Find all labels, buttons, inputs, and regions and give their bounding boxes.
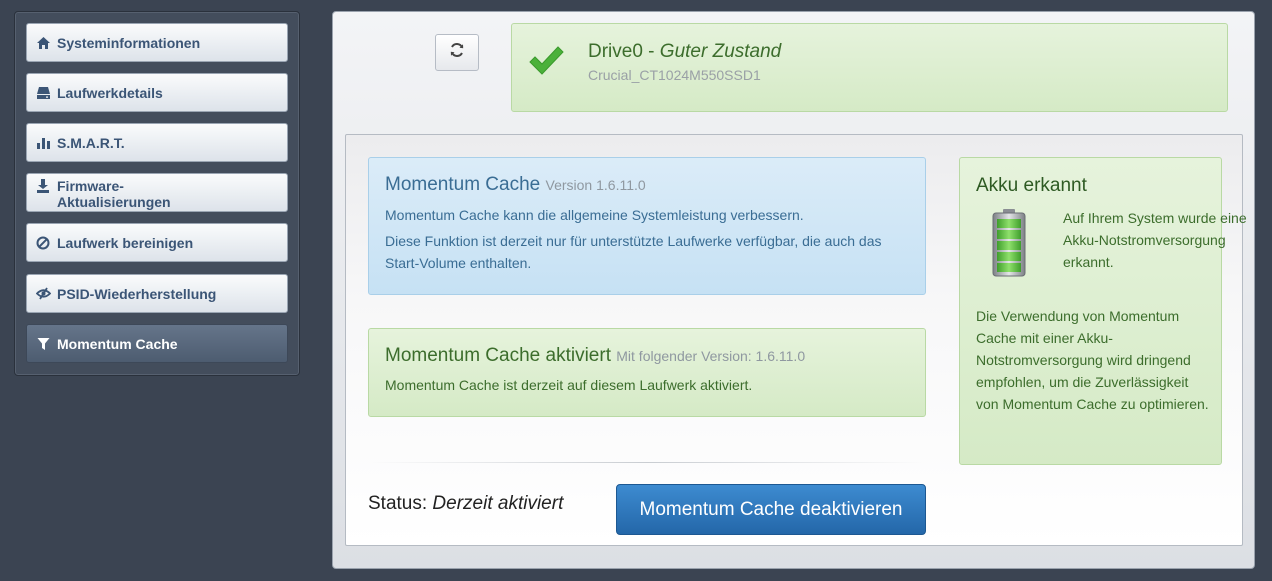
momentum-title: Momentum Cache xyxy=(385,174,541,195)
drive-status-box: Drive0 - Guter Zustand Crucial_CT1024M55… xyxy=(511,23,1228,112)
battery-icon xyxy=(992,209,1026,282)
main-panel: Drive0 - Guter Zustand Crucial_CT1024M55… xyxy=(332,11,1255,569)
sidebar-item-psid[interactable]: PSID-Wiederherstellung xyxy=(26,274,288,313)
sidebar-item-systeminformationen[interactable]: Systeminformationen xyxy=(26,23,288,62)
akku-text-1: Auf Ihrem System wurde eine Akku-Notstro… xyxy=(1063,210,1247,270)
sidebar-item-label: Firmware- xyxy=(57,178,124,194)
home-icon xyxy=(35,35,51,51)
sidebar-item-label-line2: Aktualisierungen xyxy=(57,194,171,210)
drive-name: Drive0 - xyxy=(588,41,660,62)
akku-title: Akku erkannt xyxy=(976,175,1087,196)
sidebar-item-laufwerkdetails[interactable]: Laufwerkdetails xyxy=(26,73,288,112)
ban-icon xyxy=(35,235,51,251)
divider xyxy=(368,462,926,463)
eye-slash-icon xyxy=(35,286,51,302)
content-area: Momentum Cache Version 1.6.11.0 Momentum… xyxy=(345,134,1247,546)
sidebar-item-smart[interactable]: S.M.A.R.T. xyxy=(26,123,288,162)
sidebar-item-label: Momentum Cache xyxy=(57,335,178,352)
drive-icon xyxy=(35,85,51,101)
checkmark-icon xyxy=(528,44,564,83)
akku-text-2: Die Verwendung von Momentum Cache mit ei… xyxy=(976,308,1209,412)
activated-text: Momentum Cache ist derzeit auf diesem La… xyxy=(385,377,753,393)
sidebar-item-label: PSID-Wiederherstellung xyxy=(57,285,217,302)
momentum-activated-box: Momentum Cache aktiviert Mit folgender V… xyxy=(368,328,926,417)
momentum-text-1: Momentum Cache kann die allgemeine Syste… xyxy=(385,207,804,223)
bar-chart-icon xyxy=(35,135,51,151)
sidebar-item-firmware[interactable]: Firmware- Aktualisierungen xyxy=(26,173,288,212)
sidebar-item-label: Laufwerkdetails xyxy=(57,84,163,101)
drive-title: Drive0 - Guter Zustand xyxy=(588,41,781,63)
deactivate-button[interactable]: Momentum Cache deaktivieren xyxy=(616,484,926,535)
sidebar-item-laufwerk-bereinigen[interactable]: Laufwerk bereinigen xyxy=(26,223,288,262)
download-icon xyxy=(35,178,51,194)
momentum-text-2: Diese Funktion ist derzeit nur für unter… xyxy=(385,233,882,271)
refresh-button[interactable] xyxy=(435,34,479,71)
activated-version: Mit folgender Version: 1.6.11.0 xyxy=(616,348,806,364)
sidebar-item-label: Laufwerk bereinigen xyxy=(57,234,194,251)
sidebar-item-momentum-cache[interactable]: Momentum Cache xyxy=(26,324,288,363)
battery-detected-box: Akku erkannt Auf Ihrem System wurde eine… xyxy=(959,157,1247,465)
status-label: Status: xyxy=(368,493,433,514)
sidebar: Systeminformationen Laufwerkdetails S.M.… xyxy=(14,11,300,376)
status-text: Status: Derzeit aktiviert xyxy=(368,493,563,515)
filter-icon xyxy=(35,336,51,352)
sidebar-item-label: S.M.A.R.T. xyxy=(57,134,125,151)
momentum-info-box: Momentum Cache Version 1.6.11.0 Momentum… xyxy=(368,157,926,295)
status-value: Derzeit aktiviert xyxy=(432,493,564,514)
momentum-version: Version 1.6.11.0 xyxy=(545,177,646,193)
drive-model: Crucial_CT1024M550SSD1 xyxy=(588,67,761,83)
refresh-icon xyxy=(449,42,465,63)
activated-title: Momentum Cache aktiviert xyxy=(385,345,611,366)
sidebar-item-label: Systeminformationen xyxy=(57,34,201,51)
drive-state: Guter Zustand xyxy=(659,41,782,62)
